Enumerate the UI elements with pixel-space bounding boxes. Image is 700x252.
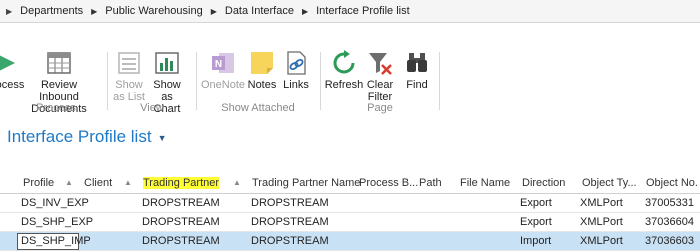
list-icon xyxy=(118,52,140,74)
table-header: Profile ▲ Client ▲ Trading Partner ▲ Tra… xyxy=(0,172,700,194)
breadcrumb-separator-icon[interactable]: ▶ xyxy=(302,7,308,16)
breadcrumb-public-warehousing[interactable]: Public Warehousing xyxy=(105,5,202,17)
nav-arrow-icon[interactable]: ▶ xyxy=(6,7,12,16)
dropdown-caret-icon[interactable]: ▼ xyxy=(158,133,167,143)
ribbon-group-title-process: Process xyxy=(36,102,76,114)
cell-trading-partner-name[interactable]: DROPSTREAM xyxy=(251,197,329,209)
sort-ascending-icon[interactable]: ▲ xyxy=(65,178,73,187)
cell-profile[interactable]: DS_SHP_EXP xyxy=(21,216,93,228)
cell-object-type[interactable]: XMLPort xyxy=(580,197,623,209)
sort-ascending-icon[interactable]: ▲ xyxy=(233,178,241,187)
review-inbound-label-1: Review Inbound xyxy=(39,79,79,103)
column-header-process-b[interactable]: Process B... xyxy=(359,177,418,189)
breadcrumb-separator-icon[interactable]: ▶ xyxy=(211,7,217,16)
process-icon xyxy=(0,55,15,71)
cell-direction[interactable]: Export xyxy=(520,216,552,228)
breadcrumb-departments[interactable]: Departments xyxy=(20,5,83,17)
cell-direction[interactable]: Export xyxy=(520,197,552,209)
ribbon-group-title-view: View xyxy=(140,102,164,114)
cell-object-no[interactable]: 37036604 xyxy=(645,216,694,228)
address-bar: ▶ Departments ▶ Public Warehousing ▶ Dat… xyxy=(0,0,700,23)
svg-text:N: N xyxy=(215,59,222,70)
table-row[interactable]: DS_SHP_EXP DROPSTREAM DROPSTREAM Export … xyxy=(0,213,700,232)
column-header-trading-partner[interactable]: Trading Partner xyxy=(143,177,220,189)
ribbon-group-process: ocess Review Inbound Documents Process xyxy=(0,46,112,116)
column-header-file-name[interactable]: File Name xyxy=(460,177,510,189)
links-icon xyxy=(287,51,306,75)
onenote-label: OneNote xyxy=(200,79,246,91)
clear-filter-label-1: Clear xyxy=(366,79,394,91)
find-label: Find xyxy=(406,79,428,91)
cell-object-no[interactable]: 37005331 xyxy=(645,197,694,209)
column-header-direction[interactable]: Direction xyxy=(522,177,565,189)
clear-filter-icon xyxy=(369,53,392,75)
cell-direction[interactable]: Import xyxy=(520,235,551,247)
cell-trading-partner-name[interactable]: DROPSTREAM xyxy=(251,216,329,228)
column-header-profile[interactable]: Profile xyxy=(23,177,54,189)
breadcrumb-separator-icon[interactable]: ▶ xyxy=(91,7,97,16)
breadcrumb-data-interface[interactable]: Data Interface xyxy=(225,5,294,17)
table-row-selected[interactable]: DS_SHP_IMP DROPSTREAM DROPSTREAM Import … xyxy=(0,232,700,251)
refresh-icon xyxy=(333,50,355,74)
process-button-label: ocess xyxy=(0,79,25,91)
find-button[interactable]: Find xyxy=(403,50,431,91)
binoculars-icon xyxy=(407,53,427,72)
cell-profile[interactable]: DS_SHP_IMP xyxy=(21,235,91,247)
notes-button[interactable]: Notes xyxy=(246,50,278,91)
cell-object-no[interactable]: 37036603 xyxy=(645,235,694,247)
column-header-object-type[interactable]: Object Ty... xyxy=(582,177,637,189)
table-row[interactable]: DS_INV_EXP DROPSTREAM DROPSTREAM Export … xyxy=(0,194,700,213)
cell-trading-partner[interactable]: DROPSTREAM xyxy=(142,235,220,247)
notes-label: Notes xyxy=(247,79,277,91)
ribbon-divider xyxy=(439,52,440,110)
sort-ascending-icon[interactable]: ▲ xyxy=(124,178,132,187)
show-as-chart-label-1: Show as xyxy=(153,79,181,103)
cell-profile[interactable]: DS_INV_EXP xyxy=(21,197,89,209)
action-ribbon: ocess Review Inbound Documents Process xyxy=(0,46,700,116)
page-title-text: Interface Profile list xyxy=(7,127,152,146)
show-as-list-button[interactable]: Show as List xyxy=(112,50,146,103)
column-header-trading-partner-name[interactable]: Trading Partner Name xyxy=(252,177,360,189)
interface-profile-table: Profile ▲ Client ▲ Trading Partner ▲ Tra… xyxy=(0,172,700,251)
refresh-label: Refresh xyxy=(324,79,364,91)
column-header-client[interactable]: Client xyxy=(84,177,112,189)
breadcrumb-interface-profile-list[interactable]: Interface Profile list xyxy=(316,5,410,17)
cell-trading-partner[interactable]: DROPSTREAM xyxy=(142,216,220,228)
ribbon-group-view: Show as List Show as Chart View xyxy=(108,46,196,116)
onenote-button[interactable]: N OneNote xyxy=(201,50,245,91)
ribbon-group-title-page: Page xyxy=(367,102,393,114)
cell-object-type[interactable]: XMLPort xyxy=(580,235,623,247)
notes-icon xyxy=(251,52,273,74)
process-button[interactable]: ocess xyxy=(0,50,24,91)
show-as-list-label-1: Show xyxy=(115,79,143,91)
document-table-icon xyxy=(47,52,71,74)
cell-object-type[interactable]: XMLPort xyxy=(580,216,623,228)
clear-filter-button[interactable]: Clear Filter xyxy=(365,50,395,103)
column-header-path[interactable]: Path xyxy=(419,177,442,189)
links-button[interactable]: Links xyxy=(281,50,311,91)
refresh-button[interactable]: Refresh xyxy=(324,50,364,91)
ribbon-group-show-attached: N OneNote Notes Links Show Attached xyxy=(197,46,319,116)
ribbon-group-page: Refresh Clear Filter Find Page xyxy=(321,46,439,116)
links-label: Links xyxy=(283,79,309,91)
chart-icon xyxy=(155,52,179,74)
cell-trading-partner[interactable]: DROPSTREAM xyxy=(142,197,220,209)
page-title[interactable]: Interface Profile list ▼ xyxy=(7,127,166,147)
cell-trading-partner-name[interactable]: DROPSTREAM xyxy=(251,235,329,247)
ribbon-group-title-show-attached: Show Attached xyxy=(221,102,295,114)
column-header-object-no[interactable]: Object No. xyxy=(646,177,698,189)
onenote-icon: N xyxy=(212,53,234,73)
